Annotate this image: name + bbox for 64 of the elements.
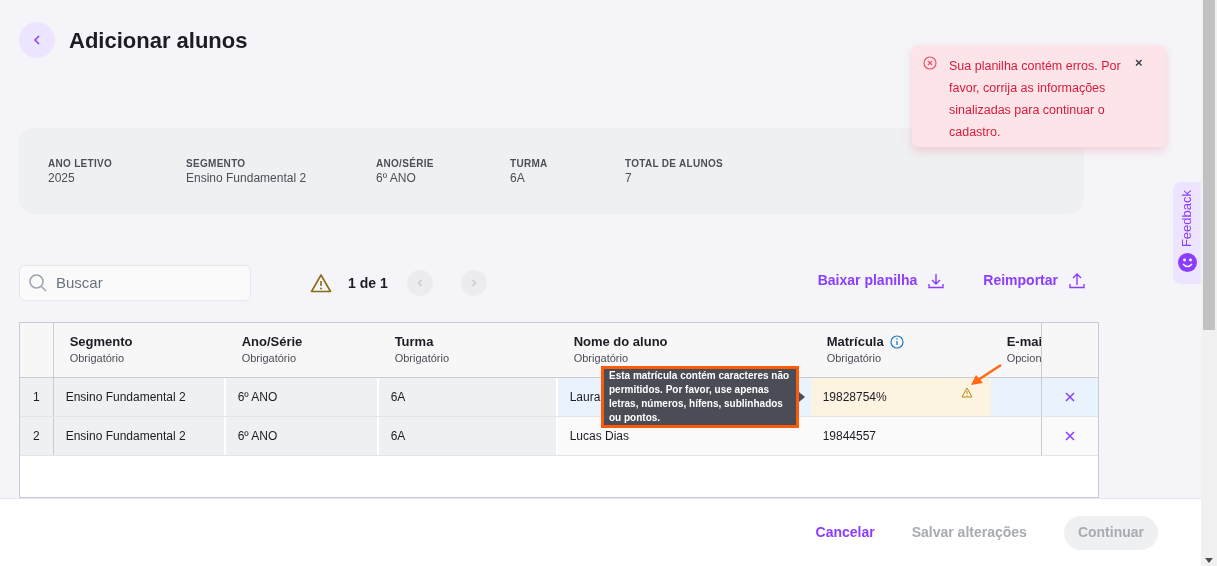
annotation-arrow	[968, 364, 1002, 388]
toolbar-action-button[interactable]: Reimportar	[983, 270, 1086, 291]
table-cell[interactable]: 19844557	[810, 417, 991, 455]
chevron-left-icon	[33, 35, 41, 45]
table-cell[interactable]: Ensino Fundamental 2	[53, 378, 226, 416]
summary-label: ANO/SÉRIE	[376, 156, 435, 170]
column-sublabel: Obrigatório	[69, 351, 126, 366]
delete-row-button[interactable]	[1064, 392, 1075, 402]
column-sublabel: Obrigatório	[394, 351, 451, 366]
column-header: Nome do aluno	[573, 334, 668, 350]
warning-icon	[310, 273, 332, 293]
error-tooltip: Esta matrícula contém caracteres não permitidos. Por favor, use apenas letras, números, hífens, sublinhados ou pontos.	[601, 366, 799, 428]
column-sublabel: Obrigatório	[826, 351, 883, 366]
smiley-icon	[1177, 253, 1197, 273]
row-number: 2	[20, 417, 54, 455]
toolbar-action-button[interactable]: Baixar planilha	[817, 270, 946, 291]
pagination-text: 1 de 1	[348, 273, 388, 293]
summary-label: TURMA	[510, 156, 549, 170]
table-cell[interactable]: 6º ANO	[225, 378, 379, 416]
search-input[interactable]: Buscar	[56, 271, 236, 295]
summary-value: 6º ANO	[376, 169, 417, 186]
close-icon	[1064, 431, 1075, 441]
column-header: E-mai	[1006, 334, 1041, 350]
delete-row-button[interactable]	[1064, 431, 1075, 441]
column-sublabel: Obrigatório	[573, 351, 630, 366]
summary-label: SEGMENTO	[186, 156, 247, 170]
scrollbar[interactable]	[1201, 0, 1217, 566]
tooltip-pointer-icon	[799, 392, 805, 402]
page-title: Adicionar alunos	[69, 26, 248, 55]
chevron-right-icon	[470, 279, 477, 287]
summary-label: TOTAL DE ALUNOS	[625, 156, 725, 170]
table-cell[interactable]: Ensino Fundamental 2	[53, 417, 226, 455]
feedback-tab[interactable]: Feedback	[1173, 182, 1201, 284]
row-number: 1	[20, 378, 54, 416]
previous-page-button[interactable]	[406, 270, 433, 296]
next-page-button[interactable]	[460, 270, 487, 296]
close-button[interactable]: ×	[1135, 55, 1143, 71]
column-header: Ano/Série	[241, 334, 303, 350]
back-button[interactable]	[19, 22, 55, 58]
table-cell[interactable]: 6A	[378, 378, 558, 416]
column-header: Turma	[394, 334, 434, 350]
summary-value: 6A	[510, 169, 526, 186]
summary-value: 7	[625, 169, 633, 186]
column-sublabel: Opcion	[1006, 351, 1041, 366]
summary-label: ANO LETIVO	[48, 156, 114, 170]
download-icon	[927, 271, 946, 290]
search-field[interactable]: Buscar	[19, 265, 251, 301]
table-cell[interactable]: 6A	[378, 417, 558, 455]
warning-icon	[960, 387, 973, 398]
toast-message: Sua planilha contém erros. Por favor, corrija as informações sinalizadas para continuar o cadastro.	[949, 58, 1122, 141]
table-cell[interactable]: 19828754%	[810, 378, 991, 416]
column-sublabel: Obrigatório	[241, 351, 298, 366]
close-icon	[1064, 392, 1075, 402]
table-cell[interactable]: 6º ANO	[225, 417, 379, 455]
scroll-down-arrow-icon[interactable]	[1205, 558, 1213, 563]
upload-icon	[1068, 271, 1086, 290]
summary-value: 2025	[48, 169, 76, 186]
footer-button[interactable]: Cancelar	[815, 522, 875, 543]
column-header: Segmento	[69, 334, 133, 350]
column-header: Matrícula	[826, 334, 884, 350]
search-icon	[28, 273, 48, 293]
error-icon	[923, 56, 937, 70]
chevron-left-icon	[416, 279, 423, 287]
summary-value: Ensino Fundamental 2	[186, 169, 308, 186]
